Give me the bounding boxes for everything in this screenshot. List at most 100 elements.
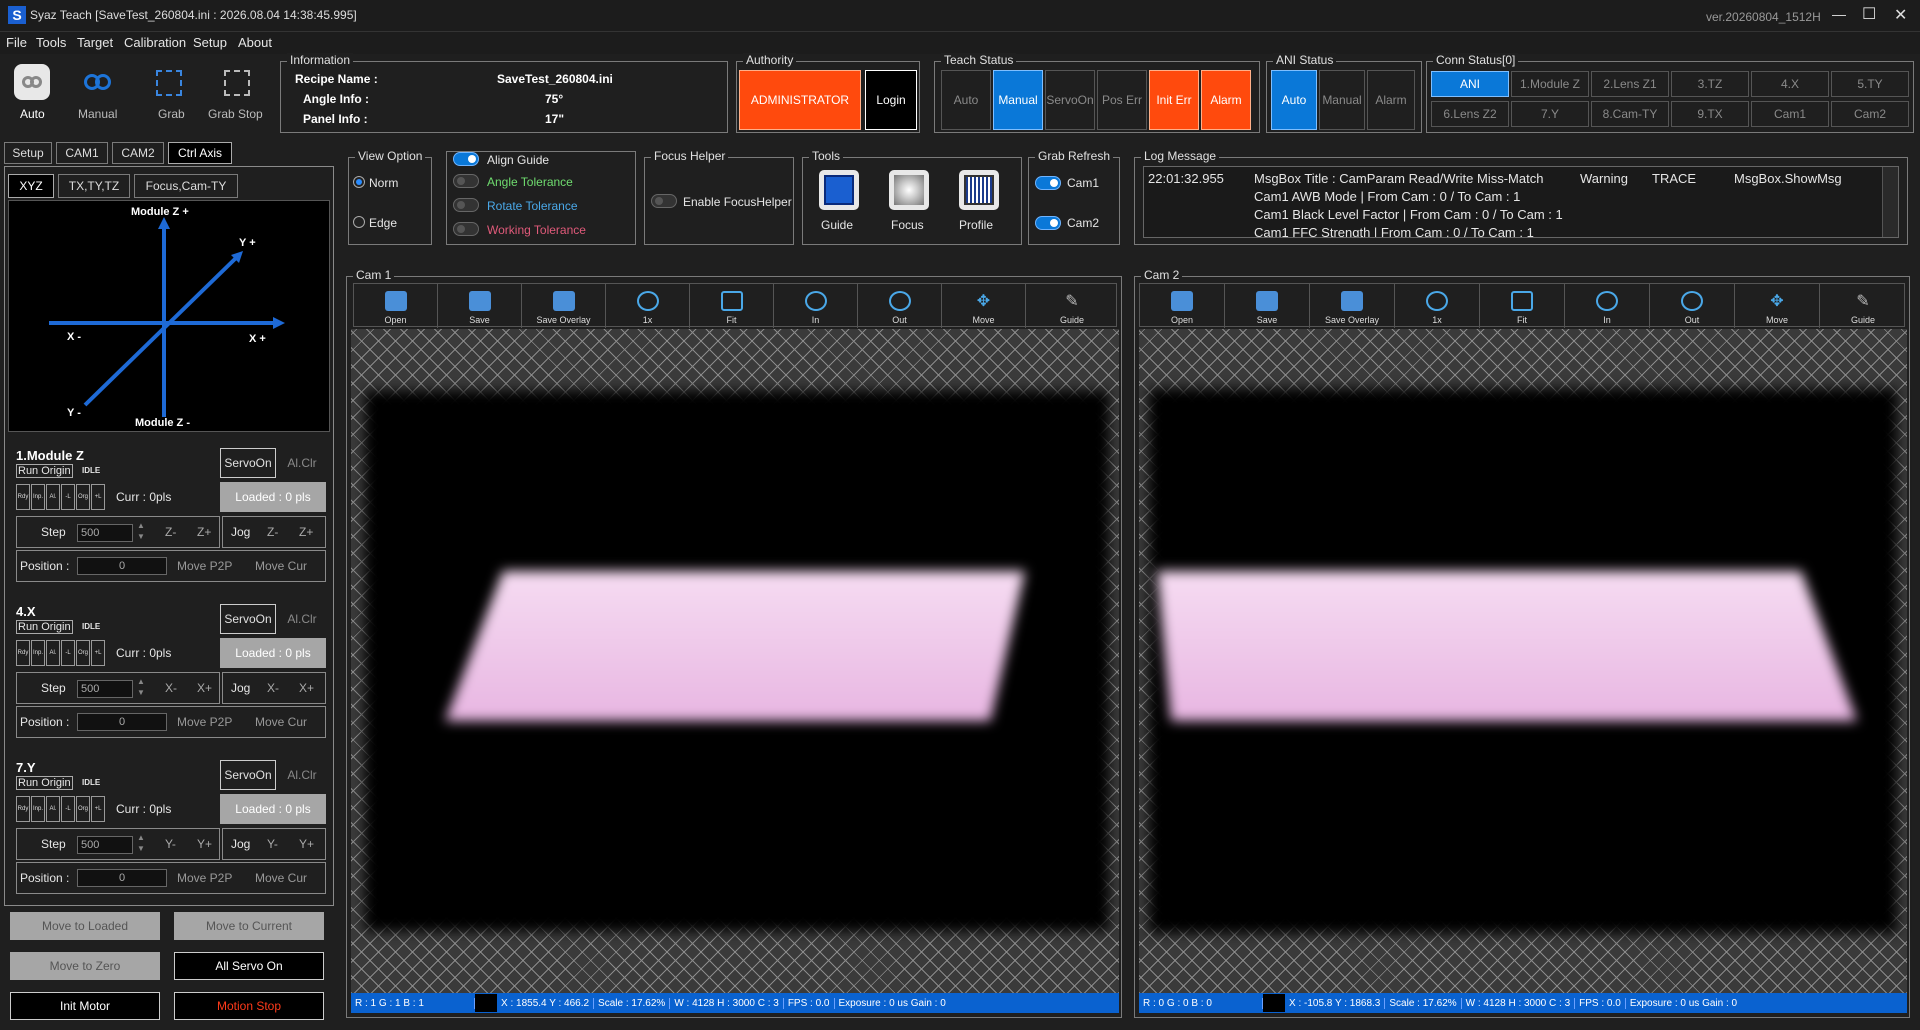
tab-cam1[interactable]: CAM1: [56, 142, 108, 164]
step-minus-button[interactable]: Z-: [165, 525, 176, 539]
move-to-loaded-button[interactable]: Move to Loaded: [10, 912, 160, 940]
profile-tool-button[interactable]: Profile: [959, 170, 999, 234]
jog-plus-button[interactable]: X+: [299, 681, 314, 695]
auto-button[interactable]: Auto: [6, 62, 58, 122]
step-spinner[interactable]: ▲ ▼: [137, 832, 145, 854]
menu-file[interactable]: File: [6, 35, 27, 50]
cam1-viewport[interactable]: [351, 329, 1119, 993]
all-servo-on-button[interactable]: All Servo On: [174, 952, 324, 980]
tab-ctrl-axis[interactable]: Ctrl Axis: [168, 142, 232, 164]
login-button[interactable]: Login: [865, 70, 917, 130]
cam2-fit-button[interactable]: Fit: [1480, 284, 1565, 328]
step-input[interactable]: 500: [77, 680, 133, 698]
grab-stop-button[interactable]: Grab Stop: [206, 62, 268, 122]
step-spinner[interactable]: ▲ ▼: [137, 676, 145, 698]
subtab-xyz[interactable]: XYZ: [8, 174, 54, 198]
al-clr-button[interactable]: Al.Clr: [278, 760, 326, 790]
move-cur-button[interactable]: Move Cur: [255, 715, 307, 729]
servo-on-button[interactable]: ServoOn: [220, 604, 276, 634]
cam2-viewport[interactable]: [1139, 329, 1907, 993]
servo-on-button[interactable]: ServoOn: [220, 760, 276, 790]
jog-plus-button[interactable]: Z+: [299, 525, 313, 539]
cam2-out-button[interactable]: Out: [1650, 284, 1735, 328]
servo-on-button[interactable]: ServoOn: [220, 448, 276, 478]
cam2-save-overlay-button[interactable]: Save Overlay: [1310, 284, 1395, 328]
motion-stop-button[interactable]: Motion Stop: [174, 992, 324, 1020]
cam1-fit-button[interactable]: Fit: [690, 284, 774, 328]
move-p2p-button[interactable]: Move P2P: [177, 871, 232, 885]
step-minus-button[interactable]: X-: [165, 681, 177, 695]
move-p2p-button[interactable]: Move P2P: [177, 559, 232, 573]
cam2-refresh-toggle[interactable]: [1035, 216, 1061, 230]
move-cur-button[interactable]: Move Cur: [255, 871, 307, 885]
cam2-save-button[interactable]: Save: [1225, 284, 1310, 328]
cam2-1x-button[interactable]: 1x: [1395, 284, 1480, 328]
run-origin-button[interactable]: Run Origin: [16, 776, 73, 790]
angle-tolerance-toggle[interactable]: [453, 174, 479, 188]
al-clr-button[interactable]: Al.Clr: [278, 448, 326, 478]
edge-radio[interactable]: [353, 216, 365, 228]
jog-plus-button[interactable]: Y+: [299, 837, 314, 851]
close-button[interactable]: ✕: [1894, 5, 1907, 25]
cam1-1x-button[interactable]: 1x: [606, 284, 690, 328]
position-input[interactable]: 0: [77, 713, 167, 731]
run-origin-button[interactable]: Run Origin: [16, 464, 73, 478]
cam2-in-button[interactable]: In: [1565, 284, 1650, 328]
move-cur-button[interactable]: Move Cur: [255, 559, 307, 573]
maximize-button[interactable]: ☐: [1862, 4, 1876, 24]
menu-tools[interactable]: Tools: [36, 35, 66, 50]
menu-calibration[interactable]: Calibration: [124, 35, 186, 50]
al-clr-button[interactable]: Al.Clr: [278, 604, 326, 634]
menu-setup[interactable]: Setup: [193, 35, 227, 50]
cam1-guide-button[interactable]: ✎ Guide: [1026, 284, 1118, 328]
cam2-move-button[interactable]: ✥ Move: [1735, 284, 1820, 328]
step-minus-button[interactable]: Y-: [165, 837, 176, 851]
jog-minus-button[interactable]: X-: [267, 681, 279, 695]
cam1-save-button[interactable]: Save: [438, 284, 522, 328]
cam1-out-button[interactable]: Out: [858, 284, 942, 328]
cam1-refresh-toggle[interactable]: [1035, 176, 1061, 190]
focus-tool-button[interactable]: Focus: [889, 170, 929, 234]
cam1-panel: [445, 571, 1025, 721]
step-input[interactable]: 500: [77, 524, 133, 542]
grab-button[interactable]: Grab: [150, 62, 190, 122]
working-tolerance-toggle[interactable]: [453, 222, 479, 236]
manual-button[interactable]: Manual: [72, 62, 124, 122]
log-scrollbar[interactable]: [1882, 167, 1898, 237]
tab-cam2[interactable]: CAM2: [112, 142, 164, 164]
run-origin-button[interactable]: Run Origin: [16, 620, 73, 634]
minimize-button[interactable]: —: [1832, 6, 1846, 22]
view-option-title: View Option: [355, 149, 426, 163]
subtab-tx-ty-tz[interactable]: TX,TY,TZ: [58, 174, 130, 198]
menu-target[interactable]: Target: [77, 35, 113, 50]
move-to-zero-button[interactable]: Move to Zero: [10, 952, 160, 980]
step-input[interactable]: 500: [77, 836, 133, 854]
align-guide-toggle[interactable]: [453, 152, 479, 166]
move-to-current-button[interactable]: Move to Current: [174, 912, 324, 940]
step-spinner[interactable]: ▲ ▼: [137, 520, 145, 542]
jog-minus-button[interactable]: Y-: [267, 837, 278, 851]
position-input[interactable]: 0: [77, 869, 167, 887]
guide-tool-button[interactable]: Guide: [819, 170, 859, 234]
position-input[interactable]: 0: [77, 557, 167, 575]
cam1-refresh-label: Cam1: [1067, 176, 1100, 190]
focus-helper-toggle[interactable]: [651, 194, 677, 208]
rotate-tolerance-toggle[interactable]: [453, 198, 479, 212]
cam2-guide-button[interactable]: ✎ Guide: [1820, 284, 1906, 328]
norm-radio[interactable]: [353, 176, 365, 188]
cam1-move-button[interactable]: ✥ Move: [942, 284, 1026, 328]
step-plus-button[interactable]: Z+: [197, 525, 211, 539]
cam1-open-button[interactable]: Open: [354, 284, 438, 328]
jog-minus-button[interactable]: Z-: [267, 525, 278, 539]
cam1-in-button[interactable]: In: [774, 284, 858, 328]
menu-about[interactable]: About: [238, 35, 272, 50]
cam2-open-button[interactable]: Open: [1140, 284, 1225, 328]
step-plus-button[interactable]: Y+: [197, 837, 212, 851]
tab-setup[interactable]: Setup: [4, 142, 52, 164]
subtab-focus-cam-ty[interactable]: Focus,Cam-TY: [134, 174, 238, 198]
grab-stop-label: Grab Stop: [208, 107, 263, 121]
step-plus-button[interactable]: X+: [197, 681, 212, 695]
move-p2p-button[interactable]: Move P2P: [177, 715, 232, 729]
cam1-save-overlay-button[interactable]: Save Overlay: [522, 284, 606, 328]
init-motor-button[interactable]: Init Motor: [10, 992, 160, 1020]
